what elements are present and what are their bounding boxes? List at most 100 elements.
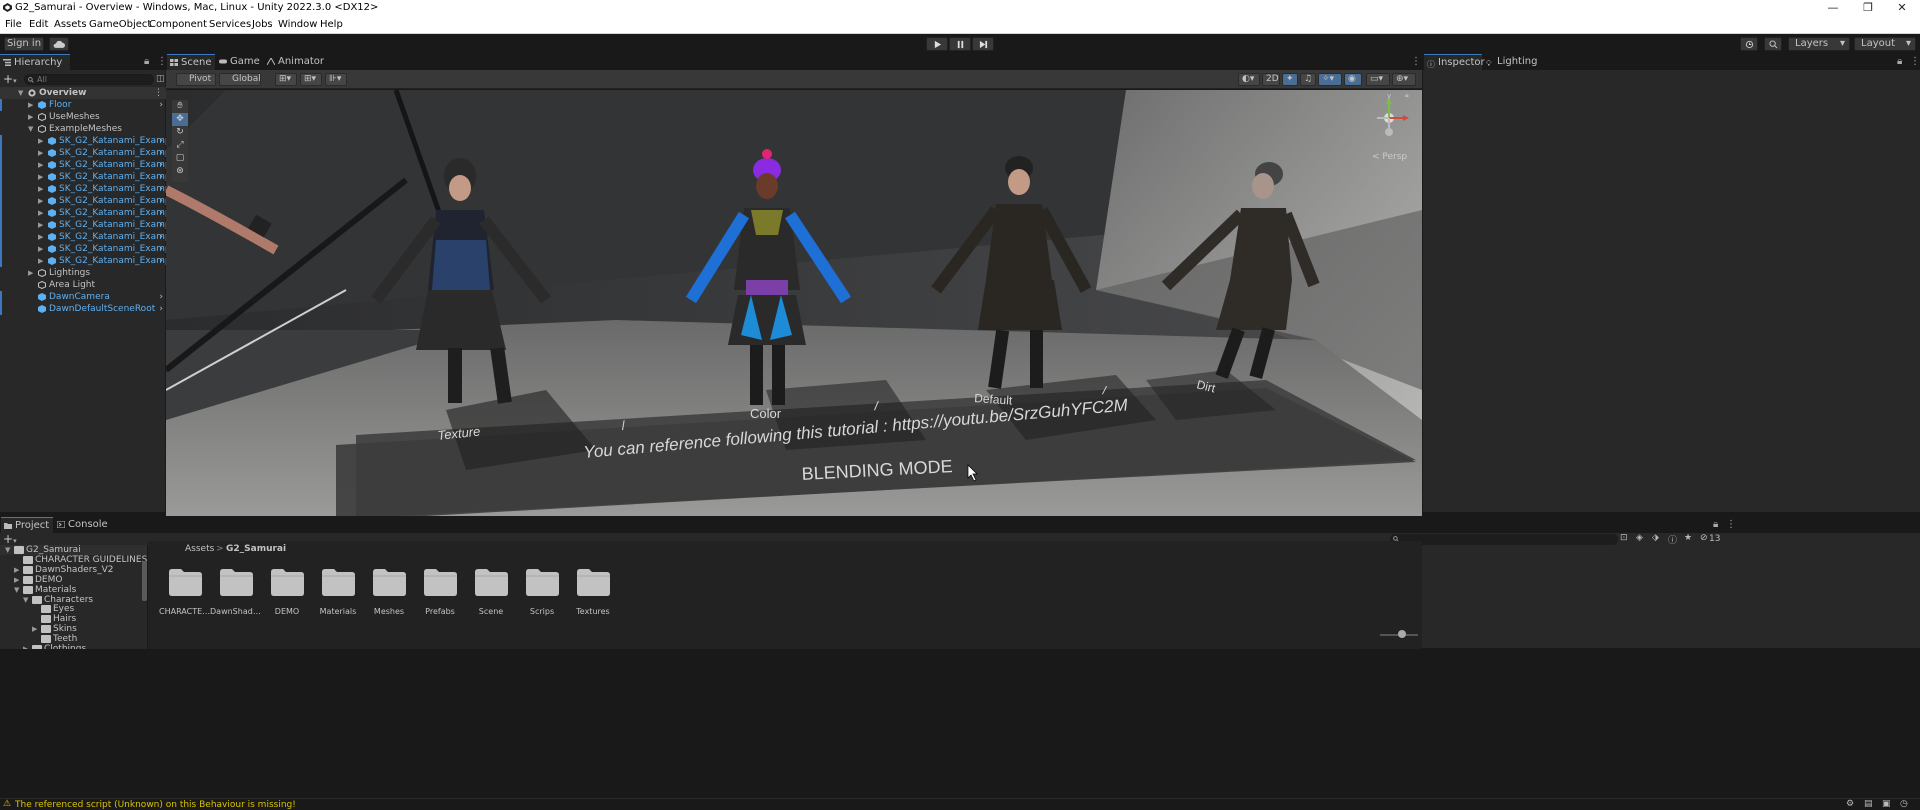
zoom-slider-thumb[interactable] <box>1398 630 1406 638</box>
search-by-type-icon[interactable]: ⊡ <box>1620 533 1628 543</box>
menu-jobs[interactable]: Jobs <box>252 19 273 30</box>
tab-inspector[interactable]: ⓘ Inspector <box>1424 54 1485 70</box>
hidden-packages-icon[interactable]: ⊘ <box>1700 533 1708 543</box>
expand-arrow-icon[interactable]: ▶ <box>38 231 43 243</box>
hand-tool-icon[interactable]: ✋︎ <box>172 100 188 113</box>
expand-arrow-icon[interactable]: ▶ <box>14 565 19 575</box>
grid-snap-button[interactable]: ⊞▾ <box>275 73 297 86</box>
asset-folder[interactable]: Scene <box>465 567 517 627</box>
expand-arrow-icon[interactable]: ▶ <box>38 147 43 159</box>
menu-component[interactable]: Component <box>149 19 207 30</box>
expand-arrow-icon[interactable]: ▶ <box>28 267 33 279</box>
search-button[interactable] <box>1764 37 1782 51</box>
project-tree-item[interactable]: Eyes <box>0 604 147 614</box>
project-tree-item[interactable]: ▼ Materials <box>0 585 147 595</box>
hierarchy-item[interactable]: ▶ Floor › <box>0 99 166 111</box>
minimize-button[interactable]: — <box>1817 0 1849 15</box>
sign-in-button[interactable]: Sign in <box>4 37 44 51</box>
play-button[interactable] <box>926 37 948 51</box>
transform-tool-icon[interactable]: ⊛ <box>172 165 188 178</box>
tab-project[interactable]: Project <box>1 517 53 533</box>
toggle-2d-button[interactable]: 2D <box>1262 73 1280 86</box>
create-asset-button[interactable]: +▾ <box>3 533 21 545</box>
hierarchy-item[interactable]: ▶ SK_G2_Katanami_Example (1(› <box>0 243 166 255</box>
menu-edit[interactable]: Edit <box>29 19 48 30</box>
maximize-button[interactable]: ❐ <box>1852 0 1884 15</box>
info-icon[interactable]: ⓘ <box>1668 533 1677 546</box>
lock-icon[interactable]: 🔒︎ <box>1897 56 1902 67</box>
draw-mode-button[interactable]: ◐▾ <box>1238 73 1260 86</box>
expand-arrow-icon[interactable]: ▶ <box>38 171 43 183</box>
project-tree-item[interactable]: CHARACTER GUIDELINES <box>0 555 147 565</box>
panel-menu-icon[interactable]: ⋮ <box>1411 56 1421 67</box>
step-button[interactable] <box>972 37 994 51</box>
open-prefab-chevron-icon[interactable]: › <box>159 231 163 243</box>
hierarchy-item[interactable]: Area Light <box>0 279 166 291</box>
tab-animator[interactable]: Animator <box>264 54 324 70</box>
tab-game[interactable]: Game <box>216 54 264 70</box>
expand-arrow-icon[interactable]: ▶ <box>38 135 43 147</box>
hierarchy-item[interactable]: ▶ SK_G2_Katanami_Example (3› <box>0 159 166 171</box>
asset-folder[interactable]: Prefabs <box>414 567 466 627</box>
open-prefab-chevron-icon[interactable]: › <box>159 219 163 231</box>
project-tree-item[interactable]: ▶ Skins <box>0 624 147 634</box>
hierarchy-item[interactable]: ▶ SK_G2_Katanami_Example (9› <box>0 231 166 243</box>
asset-folder[interactable]: DawnShade... <box>210 567 262 627</box>
move-tool-icon[interactable]: ✥ <box>172 113 188 126</box>
open-prefab-chevron-icon[interactable]: › <box>159 171 163 183</box>
debug-mode-icon[interactable]: ⚙ <box>1846 799 1854 809</box>
tag-icon[interactable]: ⬗ <box>1652 533 1659 543</box>
open-prefab-chevron-icon[interactable]: › <box>159 183 163 195</box>
pivot-dropdown[interactable]: Pivot <box>176 73 216 86</box>
asset-folder[interactable]: DEMO <box>261 567 313 627</box>
global-dropdown[interactable]: Global <box>219 73 261 86</box>
gizmos-button[interactable]: ⊕▾ <box>1392 73 1416 86</box>
layout-dropdown[interactable]: Layout ▾ <box>1854 37 1916 51</box>
expand-arrow-icon[interactable]: ▶ <box>38 183 43 195</box>
menu-help[interactable]: Help <box>320 19 343 30</box>
snap-increment-button[interactable]: ⊞▾ <box>300 73 322 86</box>
asset-folder[interactable]: Scrips <box>516 567 568 627</box>
camera-settings-button[interactable]: ▭▾ <box>1366 73 1390 86</box>
hierarchy-item[interactable]: DawnCamera › <box>0 291 166 303</box>
hierarchy-item[interactable]: ▶ SK_G2_Katanami_Example (1› <box>0 255 166 267</box>
auto-refresh-icon[interactable]: ◷ <box>1900 799 1908 809</box>
scene-menu-icon[interactable]: ⋮ <box>154 87 163 99</box>
menu-window[interactable]: Window <box>278 19 317 30</box>
collapse-arrow-icon[interactable]: ▼ <box>5 545 10 555</box>
project-search-input[interactable] <box>1390 534 1618 545</box>
asset-folder[interactable]: CHARACTER... <box>159 567 211 627</box>
menu-assets[interactable]: Assets <box>54 19 87 30</box>
tab-console[interactable]: Console <box>54 517 110 533</box>
open-prefab-chevron-icon[interactable]: › <box>159 291 163 303</box>
project-tree-item[interactable]: ▼ G2_Samurai <box>0 545 147 555</box>
scene-viewport[interactable]: Texture / Color / Default / Dirt You can… <box>166 90 1422 516</box>
close-button[interactable]: ✕ <box>1886 0 1918 15</box>
project-tree-item[interactable]: Teeth <box>0 634 147 644</box>
audio-toggle[interactable]: ♫ <box>1300 73 1316 86</box>
scale-tool-icon[interactable]: ⤢ <box>172 139 188 152</box>
expand-arrow-icon[interactable]: ▶ <box>38 255 43 267</box>
hierarchy-item[interactable]: ▶ SK_G2_Katanami_Example (2› <box>0 147 166 159</box>
tree-scrollbar[interactable] <box>142 561 147 601</box>
tab-scene[interactable]: Scene <box>167 54 215 70</box>
scene-gizmo-icon[interactable]: y 🔒︎ <box>1369 92 1415 138</box>
panel-menu-icon[interactable]: ⋮ <box>1910 56 1920 67</box>
layers-dropdown[interactable]: Layers ▾ <box>1788 37 1850 51</box>
effects-toggle[interactable]: ✧▾ <box>1318 73 1342 86</box>
hierarchy-item[interactable]: ▶ Lightings <box>0 267 166 279</box>
undo-history-button[interactable] <box>1740 37 1758 51</box>
menu-services[interactable]: Services <box>209 19 251 30</box>
lock-icon[interactable]: 🔒︎ <box>1713 519 1718 530</box>
hierarchy-item[interactable]: ▶ SK_G2_Katanami_Example (7› <box>0 207 166 219</box>
status-message[interactable]: The referenced script (Unknown) on this … <box>15 800 296 810</box>
align-button[interactable]: ⊪▾ <box>325 73 347 86</box>
menu-file[interactable]: File <box>5 19 22 30</box>
expand-arrow-icon[interactable]: ▶ <box>28 99 33 111</box>
hierarchy-item[interactable]: ▶ SK_G2_Katanami_Example (4› <box>0 171 166 183</box>
expand-arrow-icon[interactable]: ▶ <box>38 243 43 255</box>
rotate-tool-icon[interactable]: ↻ <box>172 126 188 139</box>
hierarchy-item[interactable]: ▶ SK_G2_Katanami_Example (8› <box>0 219 166 231</box>
collapse-arrow-icon[interactable]: ▼ <box>28 123 33 135</box>
open-prefab-chevron-icon[interactable]: › <box>159 303 163 315</box>
